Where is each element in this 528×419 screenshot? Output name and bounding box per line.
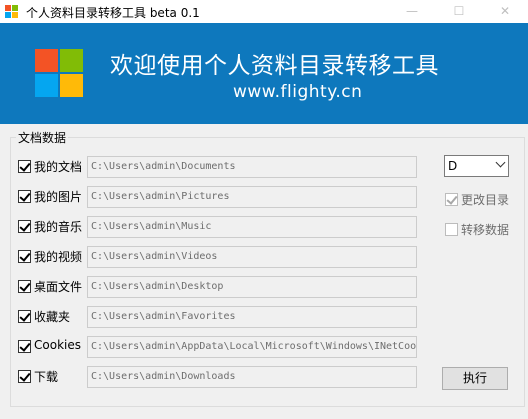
move-data-label: 转移数据 [461, 223, 510, 237]
folder-label-cookies: Cookies [34, 338, 81, 352]
folder-label-music: 我的音乐 [34, 220, 83, 234]
close-button[interactable]: ✕ [482, 0, 528, 23]
change-dir-label: 更改目录 [461, 193, 510, 207]
folder-label-documents: 我的文档 [34, 160, 83, 174]
folder-checkbox-documents[interactable] [18, 160, 31, 173]
folder-label-pictures: 我的图片 [34, 190, 83, 204]
folder-label-downloads: 下载 [34, 370, 59, 384]
drive-select-value: D [448, 159, 458, 173]
minimize-button[interactable]: — [389, 0, 435, 23]
drive-select[interactable]: D [444, 155, 509, 177]
banner-url[interactable]: www.flighty.cn [233, 82, 362, 102]
maximize-button[interactable]: ☐ [436, 0, 482, 23]
app-icon [5, 5, 18, 18]
folder-checkbox-desktop[interactable] [18, 280, 31, 293]
change-dir-checkbox[interactable] [445, 193, 458, 206]
folder-checkbox-downloads[interactable] [18, 370, 31, 383]
folder-checkbox-cookies[interactable] [18, 340, 31, 353]
folder-path-downloads[interactable]: C:\Users\admin\Downloads [87, 366, 417, 388]
folder-label-desktop: 桌面文件 [34, 280, 83, 294]
folder-path-favorites[interactable]: C:\Users\admin\Favorites [87, 306, 417, 328]
group-title: 文档数据 [16, 129, 69, 146]
title-bar: 个人资料目录转移工具 beta 0.1 — ☐ ✕ [0, 0, 528, 23]
folder-path-desktop[interactable]: C:\Users\admin\Desktop [87, 276, 417, 298]
folder-label-favorites: 收藏夹 [34, 310, 71, 324]
folder-path-videos[interactable]: C:\Users\admin\Videos [87, 246, 417, 268]
folder-checkbox-videos[interactable] [18, 250, 31, 263]
folder-checkbox-pictures[interactable] [18, 190, 31, 203]
folder-path-pictures[interactable]: C:\Users\admin\Pictures [87, 186, 417, 208]
chevron-down-icon [495, 157, 506, 168]
folder-label-videos: 我的视频 [34, 250, 83, 264]
folder-path-documents[interactable]: C:\Users\admin\Documents [87, 156, 417, 178]
window-title: 个人资料目录转移工具 beta 0.1 [26, 6, 200, 20]
move-data-checkbox[interactable] [445, 223, 458, 236]
folder-path-music[interactable]: C:\Users\admin\Music [87, 216, 417, 238]
banner-title: 欢迎使用个人资料目录转移工具 [110, 53, 439, 79]
folder-path-cookies[interactable]: C:\Users\admin\AppData\Local\Microsoft\W… [87, 336, 417, 358]
windows-logo-icon [35, 49, 83, 97]
folder-checkbox-favorites[interactable] [18, 310, 31, 323]
folder-checkbox-music[interactable] [18, 220, 31, 233]
execute-button[interactable]: 执行 [442, 367, 508, 390]
